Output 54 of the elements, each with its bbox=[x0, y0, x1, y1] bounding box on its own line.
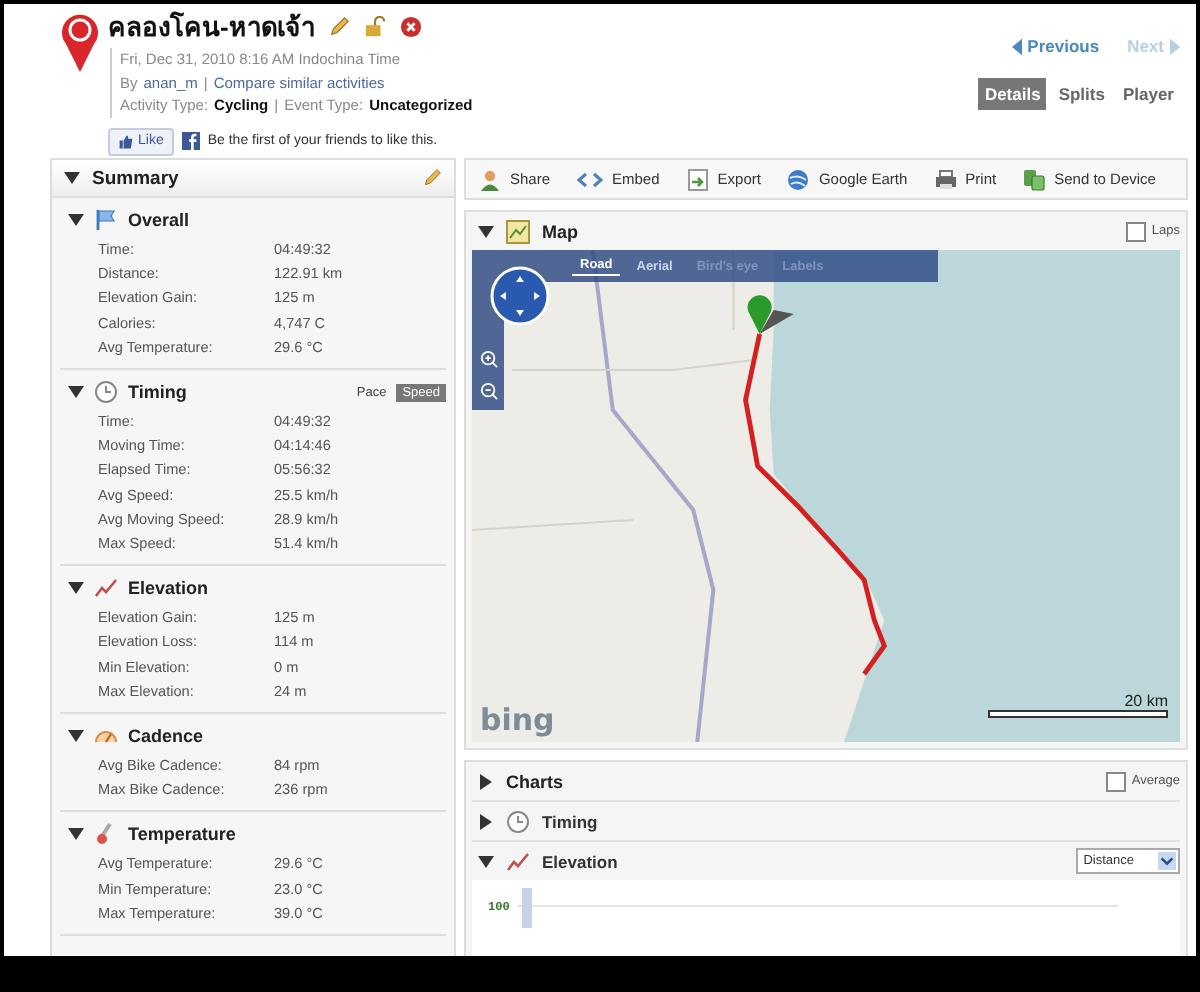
expanded-triangle-icon[interactable] bbox=[478, 853, 494, 869]
panel-title: Map bbox=[542, 221, 580, 241]
person-icon bbox=[478, 167, 502, 191]
section-title: Timing bbox=[128, 382, 189, 403]
activity-title: คลองโคน-หาดเจ้า bbox=[108, 9, 315, 45]
lock-icon[interactable] bbox=[364, 15, 387, 37]
code-brackets-icon bbox=[576, 167, 605, 191]
globe-icon bbox=[786, 167, 811, 191]
collapsed-triangle-icon[interactable] bbox=[478, 773, 494, 789]
section-title: Elevation bbox=[128, 578, 211, 599]
collapsed-triangle-icon[interactable] bbox=[478, 813, 494, 829]
clock-icon bbox=[506, 809, 530, 833]
pencil-icon[interactable] bbox=[328, 15, 351, 37]
line-graph-icon bbox=[506, 849, 530, 873]
expanded-triangle-icon[interactable] bbox=[478, 223, 494, 239]
facebook-icon bbox=[181, 132, 200, 150]
section-title: Temperature bbox=[128, 824, 238, 845]
right-arrow-icon bbox=[1170, 37, 1180, 55]
expanded-triangle-icon[interactable] bbox=[68, 728, 84, 745]
pan-control-icon[interactable] bbox=[490, 266, 550, 326]
scale-label: 20 km bbox=[1124, 692, 1168, 710]
expanded-triangle-icon[interactable] bbox=[68, 212, 84, 228]
thumbs-up-icon bbox=[118, 133, 134, 149]
close-icon[interactable] bbox=[400, 15, 423, 37]
previous-link[interactable]: Previous bbox=[1011, 36, 1100, 56]
map-icon bbox=[506, 219, 530, 243]
chart-title: Timing bbox=[542, 811, 600, 831]
checkbox[interactable] bbox=[1125, 221, 1146, 241]
section-title: Overall bbox=[128, 210, 192, 230]
line-graph-icon bbox=[94, 576, 118, 601]
panel-title: Charts bbox=[506, 771, 566, 791]
printer-icon bbox=[933, 167, 958, 191]
scale-bar-icon bbox=[988, 710, 1168, 718]
zoom-in-icon[interactable] bbox=[480, 350, 498, 368]
zoom-out-icon[interactable] bbox=[480, 382, 498, 400]
pencil-icon[interactable] bbox=[422, 168, 442, 188]
expanded-triangle-icon[interactable] bbox=[64, 170, 80, 186]
view-tab[interactable]: Player bbox=[1116, 78, 1180, 110]
map-provider-logo: bing bbox=[480, 702, 555, 738]
section-title: Cadence bbox=[128, 726, 206, 747]
view-tab[interactable]: Splits bbox=[1052, 78, 1111, 110]
clock-icon bbox=[94, 380, 118, 405]
panel-title: Summary bbox=[92, 167, 181, 189]
expanded-triangle-icon[interactable] bbox=[68, 580, 84, 597]
view-tab[interactable]: Details bbox=[978, 78, 1047, 110]
flag-icon bbox=[94, 208, 118, 232]
map-pin-icon bbox=[58, 10, 102, 74]
device-icon bbox=[1022, 167, 1047, 191]
expanded-triangle-icon[interactable] bbox=[68, 826, 84, 843]
caret-icon bbox=[1158, 852, 1176, 870]
left-arrow-icon bbox=[1011, 37, 1022, 55]
expanded-triangle-icon[interactable] bbox=[68, 384, 84, 401]
checkbox[interactable] bbox=[1105, 771, 1126, 791]
chart-title: Elevation bbox=[542, 851, 620, 871]
